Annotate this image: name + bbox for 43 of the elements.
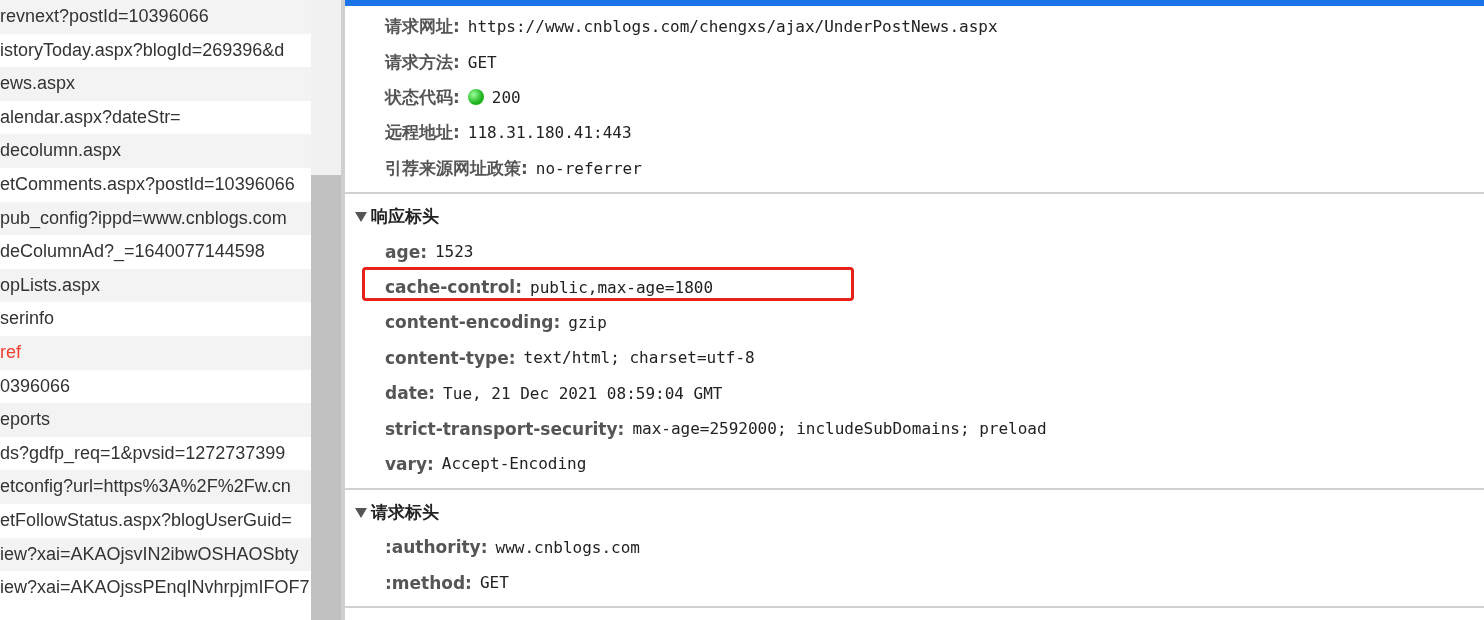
header-value: Accept-Encoding [441, 454, 587, 474]
header-value: 1523 [434, 242, 474, 262]
header-value: www.cnblogs.com [495, 537, 640, 557]
header-name: content-encoding: [385, 312, 561, 333]
header-value: gzip [568, 312, 607, 332]
request-row[interactable]: eports [0, 403, 311, 437]
request-row[interactable]: iew?xai=AKAOjsvIN2ibwOSHAOSbty [0, 537, 311, 572]
header-name: strict-transport-security: [385, 418, 625, 439]
field-label: 状态代码: [385, 85, 460, 109]
scrollbar-track[interactable] [311, 0, 341, 620]
header-name: cache-control: [385, 277, 522, 298]
request-row[interactable]: etconfig?url=https%3A%2F%2Fw.cn [0, 470, 311, 504]
header-name: :authority: [385, 537, 488, 558]
field-value: 200 [491, 87, 521, 107]
field-value: GET [467, 52, 497, 72]
field-label: 请求网址: [385, 15, 460, 39]
request-row[interactable]: pub_config?ippd=www.cnblogs.com [0, 201, 311, 236]
disclosure-triangle-icon[interactable] [355, 211, 367, 222]
header-value: GET [479, 573, 509, 593]
header-name: date: [385, 383, 436, 404]
field-value: https://www.cnblogs.com/chengxs/ajax/UnderPostNews.aspx [467, 17, 998, 37]
field-label: 请求方法: [385, 50, 460, 74]
scrollbar-thumb[interactable] [311, 175, 341, 620]
header-value: text/html; charset=utf-8 [523, 348, 755, 368]
header-name: vary: [385, 454, 434, 474]
header-name: content-type: [385, 347, 516, 368]
status-dot [467, 89, 484, 106]
header-value: Tue, 21 Dec 2021 08:59:04 GMT [443, 383, 723, 403]
header-name: age: [385, 241, 427, 262]
header-name: :method: [385, 572, 472, 593]
request-row[interactable]: revnext?postId=10396066 [0, 0, 311, 34]
request-row[interactable]: ews.aspx [0, 67, 311, 101]
field-value: 118.31.180.41:443 [467, 123, 632, 143]
field-label: 引荐来源网址政策: [385, 156, 528, 180]
header-value: public,max-age=1800 [530, 277, 714, 297]
request-row[interactable]: opLists.aspx [0, 268, 311, 303]
section-title[interactable]: 响应标头 [371, 205, 439, 229]
field-value: no-referrer [535, 158, 642, 178]
header-value: max-age=2592000; includeSubDomains; preload [632, 419, 1047, 439]
disclosure-triangle-icon[interactable] [355, 507, 367, 518]
section-title[interactable]: 请求标头 [371, 501, 439, 525]
field-label: 远程地址: [385, 121, 460, 145]
request-row[interactable]: decolumn.aspx [0, 134, 311, 168]
